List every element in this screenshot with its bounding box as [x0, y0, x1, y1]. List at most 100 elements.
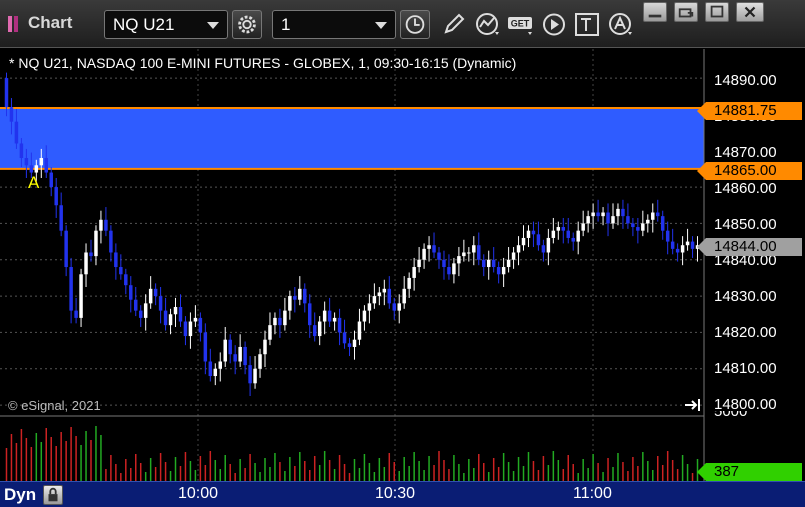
candle-body: [193, 317, 198, 322]
candle-body: [183, 321, 188, 337]
candle-body: [143, 303, 148, 318]
candle-body: [551, 230, 556, 238]
candle-body: [536, 234, 541, 246]
candle-body: [641, 223, 645, 231]
candle-body: [99, 219, 103, 231]
candle-body: [452, 263, 456, 275]
price-chart[interactable]: [0, 49, 805, 481]
close-button[interactable]: [736, 2, 764, 22]
symbol-settings-button[interactable]: [232, 10, 262, 39]
candle-body: [69, 267, 73, 311]
candle-body: [39, 158, 44, 166]
y-tick: 14810.00: [714, 360, 777, 377]
symbol-selector[interactable]: NQ U21: [104, 10, 228, 39]
candle-body: [546, 237, 551, 253]
interval-selector[interactable]: 1: [272, 10, 396, 39]
close-icon: [744, 6, 756, 18]
chevron-down-icon[interactable]: [375, 22, 387, 29]
candle-body: [29, 165, 34, 173]
candle-body: [526, 230, 531, 238]
candle-body: [173, 306, 178, 315]
interval-value: 1: [281, 15, 291, 34]
candle-body: [243, 346, 247, 366]
candle-body: [288, 296, 292, 311]
candle-body: [188, 321, 193, 337]
candle-body: [596, 212, 600, 217]
x-tick: 10:00: [178, 485, 219, 502]
time-axis-bar[interactable]: Dyn 10:00 10:30 11:00: [0, 481, 805, 507]
candle-body: [124, 274, 128, 286]
candle-body: [576, 230, 580, 242]
candle-body: [621, 208, 625, 217]
candle-body: [586, 216, 590, 224]
text-icon: [575, 13, 599, 36]
volume-axis-label: 5000: [714, 411, 748, 420]
candle-body: [472, 245, 476, 253]
candle-body: [636, 227, 640, 231]
chevron-down-icon[interactable]: [207, 22, 219, 29]
alert-icon: [609, 13, 632, 35]
play-button[interactable]: [540, 10, 570, 39]
play-icon: [543, 13, 565, 36]
candle-body: [606, 212, 610, 224]
candle-body: [516, 245, 521, 253]
candle-body: [198, 317, 203, 333]
candle-body: [591, 212, 595, 217]
lower-band-price-tag[interactable]: 14865.00: [697, 162, 802, 180]
candle-body: [601, 212, 605, 217]
time-template-button[interactable]: [400, 10, 430, 39]
chart-area[interactable]: * NQ U21, NASDAQ 100 E-MINI FUTURES - GL…: [0, 49, 805, 481]
candle-body: [168, 314, 173, 326]
candle-body: [24, 158, 29, 166]
volume-last-tag: 387: [697, 463, 802, 481]
candle-body: [660, 216, 665, 231]
maximize-button[interactable]: [705, 2, 729, 22]
minimize-button[interactable]: [643, 2, 667, 22]
restore-button[interactable]: [674, 2, 698, 22]
interval-mode-button[interactable]: [43, 485, 63, 505]
indicator-icon: [476, 13, 499, 35]
candle-body: [432, 245, 436, 253]
candle-body: [342, 332, 347, 344]
candle-body: [283, 310, 287, 326]
candle-body: [422, 248, 426, 260]
candle-body: [412, 267, 416, 278]
get-data-button[interactable]: GET: [506, 10, 536, 39]
candle-body: [427, 245, 431, 249]
candle-body: [397, 303, 401, 311]
last-price-tag: 14844.00: [697, 238, 802, 256]
candle-body: [402, 288, 406, 304]
interval-mode-label[interactable]: Dyn: [4, 485, 36, 505]
candle-body: [19, 143, 24, 159]
x-tick: 10:30: [375, 485, 416, 502]
chart-caption: * NQ U21, NASDAQ 100 E-MINI FUTURES - GL…: [9, 55, 517, 71]
candle-body: [656, 212, 660, 217]
y-tick: 14870.00: [714, 144, 777, 161]
candle-body: [561, 227, 566, 231]
candle-body: [263, 339, 267, 355]
candle-body: [233, 354, 237, 362]
price-band[interactable]: [0, 108, 704, 169]
candle-body: [213, 368, 218, 377]
scroll-to-end-icon[interactable]: [684, 398, 702, 412]
candle-body: [89, 252, 93, 257]
upper-band-price-tag[interactable]: 14881.75: [697, 102, 802, 120]
copyright-label: © eSignal, 2021: [8, 398, 101, 413]
candle-body: [54, 187, 58, 206]
candle-body: [308, 303, 312, 326]
candle-body: [203, 332, 208, 362]
draw-tools-button[interactable]: [438, 10, 468, 39]
candle-body: [4, 78, 9, 108]
candle-body: [303, 288, 307, 304]
text-tool-button[interactable]: [572, 10, 602, 39]
studies-button[interactable]: [473, 10, 503, 39]
candle-body: [685, 241, 690, 246]
candle-body: [258, 354, 262, 369]
alerts-button[interactable]: [606, 10, 636, 39]
restore-icon: [678, 8, 694, 18]
candle-body: [223, 339, 227, 362]
candle-body: [566, 230, 570, 238]
candle-body: [273, 317, 277, 326]
candle-body: [486, 259, 491, 268]
y-tick: 14830.00: [714, 288, 777, 305]
